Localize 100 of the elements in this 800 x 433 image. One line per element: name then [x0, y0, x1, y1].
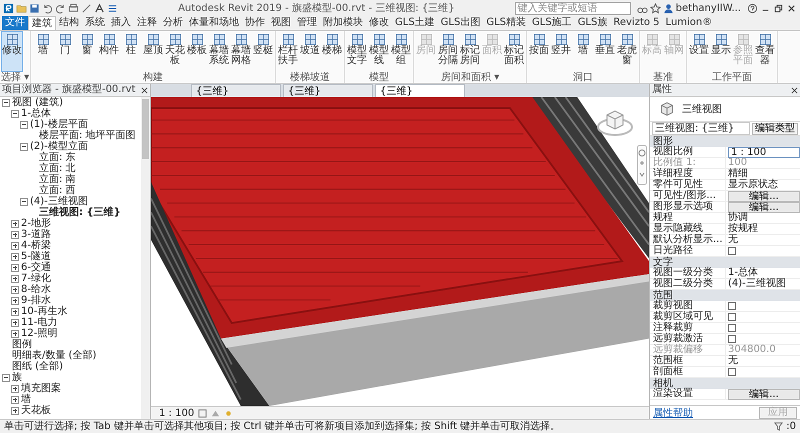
ribbon-button[interactable]: 设置	[688, 31, 710, 72]
expand-toggle[interactable]	[11, 296, 19, 304]
ribbon-tab[interactable]: Lumion®	[662, 16, 716, 30]
help-icon[interactable]	[747, 2, 758, 14]
ribbon-button[interactable]: 房间分隔	[437, 31, 460, 72]
expand-toggle[interactable]	[11, 318, 19, 326]
ribbon-button[interactable]: 坡道	[299, 31, 322, 72]
tree-item[interactable]: 10-再生水	[21, 306, 68, 317]
tree-item[interactable]: 5-隧道	[21, 251, 51, 262]
panel-label[interactable]: 构建	[32, 72, 274, 83]
text-icon[interactable]	[94, 2, 105, 14]
tree-item[interactable]: (4)-三维视图	[30, 196, 88, 207]
ribbon-button[interactable]: 天花板	[164, 31, 186, 72]
save-icon[interactable]	[29, 2, 40, 14]
tree-item[interactable]: 2-地形	[21, 218, 51, 229]
ribbon-button[interactable]: 模型组	[390, 31, 412, 72]
edit-type-button[interactable]: 编辑类型	[752, 122, 798, 134]
expand-toggle[interactable]	[2, 374, 10, 382]
expand-toggle[interactable]	[11, 220, 19, 228]
user-icon[interactable]	[662, 2, 674, 14]
ribbon-tab[interactable]: 视图	[268, 16, 294, 30]
ribbon-button[interactable]: 墙	[572, 31, 594, 72]
ribbon-tab[interactable]: GLS族	[574, 16, 610, 30]
panel-label[interactable]: 工作平面	[688, 72, 776, 83]
ribbon-tab[interactable]: 建筑	[28, 16, 56, 30]
tree-item[interactable]: 6-交通	[21, 262, 51, 273]
checkbox[interactable]	[728, 335, 736, 343]
expand-toggle[interactable]	[11, 110, 19, 118]
ribbon-button[interactable]: 柱	[120, 31, 142, 72]
tree-item[interactable]: 族	[12, 372, 22, 383]
restore-icon[interactable]	[773, 2, 784, 14]
tree-item[interactable]: 7-绿化	[21, 273, 51, 284]
expand-toggle[interactable]	[11, 252, 19, 260]
tree-item[interactable]: 视图 (建筑)	[12, 97, 63, 108]
checkbox[interactable]	[728, 302, 736, 310]
ribbon-tab[interactable]: 系统	[82, 16, 108, 30]
user-name[interactable]: bethanyIIW...	[676, 2, 741, 14]
view-tab[interactable]: {三维}	[375, 84, 465, 97]
ribbon-button[interactable]: 标记房间	[459, 31, 482, 72]
expand-toggle[interactable]	[11, 274, 19, 282]
expand-toggle[interactable]	[11, 406, 19, 414]
checkbox[interactable]	[728, 324, 736, 332]
ribbon-tab[interactable]: 结构	[56, 16, 82, 30]
ribbon-button[interactable]: 构件	[98, 31, 120, 72]
expand-toggle[interactable]	[20, 198, 28, 206]
ribbon-button[interactable]: 竖梃	[252, 31, 274, 72]
thin-lines-icon[interactable]	[107, 2, 118, 14]
ribbon-button[interactable]: 楼梯	[321, 31, 344, 72]
tree-item[interactable]: 三维视图: {三维}	[39, 207, 121, 218]
expand-toggle[interactable]	[11, 330, 19, 338]
expand-toggle[interactable]	[2, 98, 10, 106]
checkbox[interactable]	[728, 368, 736, 376]
checkbox[interactable]	[728, 313, 736, 321]
tree-item[interactable]: 12-照明	[21, 328, 58, 339]
tree-item[interactable]: 3-道路	[21, 229, 51, 240]
filter-icon[interactable]	[774, 422, 784, 431]
tree-item[interactable]: 墙	[21, 394, 31, 405]
scale-input[interactable]: 1 : 100	[728, 146, 800, 158]
ribbon-button[interactable]: 按面	[528, 31, 550, 72]
ribbon-button[interactable]: 竖井	[550, 31, 572, 72]
view-tab[interactable]: {三维}	[191, 84, 281, 97]
search-field[interactable]: 键入关键字或短语	[514, 2, 631, 14]
ribbon-button[interactable]: 屋顶	[142, 31, 164, 72]
ribbon-tab[interactable]: GLS土建	[392, 16, 438, 30]
ribbon-button[interactable]: 老虎窗	[616, 31, 638, 72]
ribbon-tab[interactable]: GLS精装	[483, 16, 530, 30]
app-logo-icon[interactable]	[3, 2, 14, 14]
close-icon[interactable]	[141, 86, 148, 94]
view-scale[interactable]: 1 : 100	[159, 408, 194, 418]
expand-toggle[interactable]	[11, 264, 19, 272]
tree-item[interactable]: 楼层平面: 地坪平面图	[39, 130, 136, 141]
tree-item[interactable]: (1)-楼层平面	[30, 119, 88, 130]
expand-toggle[interactable]	[11, 286, 19, 294]
checkbox[interactable]	[728, 247, 736, 255]
view-tab[interactable]: {三维}	[283, 84, 373, 97]
tree-item[interactable]: 明细表/数量 (全部)	[12, 350, 96, 361]
detail-level-icon[interactable]	[198, 408, 208, 418]
ribbon-button[interactable]: 模型文字	[346, 31, 368, 72]
ribbon-tab[interactable]: 注释	[134, 16, 160, 30]
view-selector[interactable]: 三维视图: {三维}	[652, 122, 750, 135]
panel-label[interactable]: 楼梯坡道	[277, 72, 344, 83]
ribbon-button[interactable]: 显示	[710, 31, 732, 72]
close-icon[interactable]	[791, 86, 798, 94]
ribbon-button[interactable]: 幕墙网格	[230, 31, 252, 72]
expand-toggle[interactable]	[11, 242, 19, 250]
tree-item[interactable]: 9-排水	[21, 295, 51, 306]
tree-item[interactable]: (2)-模型立面	[30, 141, 88, 152]
expand-toggle[interactable]	[20, 142, 28, 150]
ribbon-tab[interactable]: GLS施工	[529, 16, 575, 30]
group-header[interactable]: 范围	[650, 290, 800, 301]
ribbon-tab[interactable]: 附加模块	[320, 16, 366, 30]
ribbon-button[interactable]: 模型线	[368, 31, 390, 72]
ribbon-button[interactable]: 幕墙系统	[208, 31, 230, 72]
expand-toggle[interactable]	[20, 120, 28, 128]
panel-label[interactable]: 模型	[346, 72, 412, 83]
panel-label[interactable]: 基准	[641, 72, 686, 83]
ribbon-tab[interactable]: 修改	[366, 16, 392, 30]
tree-item[interactable]: 立面: 南	[39, 174, 76, 185]
ribbon-tab[interactable]: 协作	[242, 16, 268, 30]
tree-item[interactable]: 4-桥梁	[21, 240, 51, 251]
